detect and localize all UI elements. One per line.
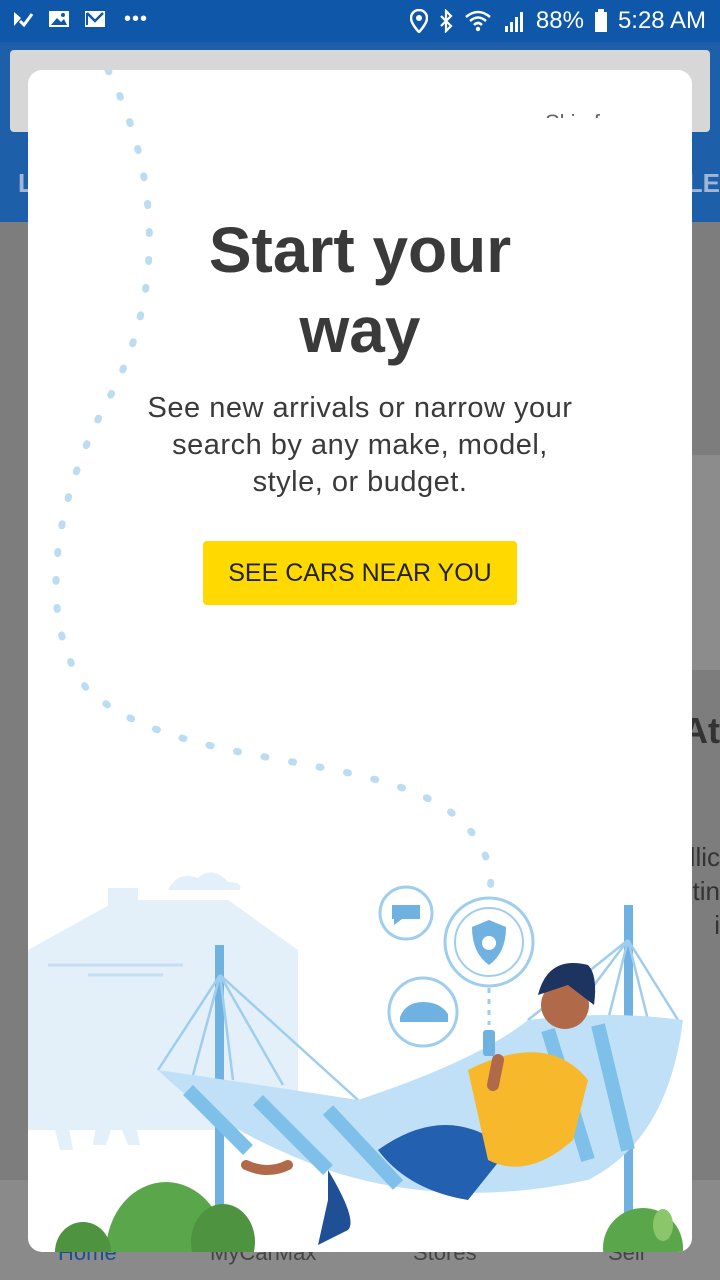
location-icon — [409, 9, 428, 33]
battery-percent: 88% — [535, 7, 584, 34]
battery-icon — [594, 9, 607, 32]
background-card — [690, 455, 720, 670]
modal-subtitle: See new arrivals or narrow your search b… — [147, 392, 573, 498]
check-icon — [14, 12, 34, 28]
more-notifications-icon: ••• — [124, 8, 149, 30]
see-cars-near-you-button[interactable]: SEE CARS NEAR YOU — [203, 541, 517, 605]
skip-button[interactable]: Skip for now — [545, 106, 666, 118]
modal-title-line: way — [299, 294, 421, 366]
bluetooth-icon — [440, 9, 453, 33]
status-bar: ••• 88% 5:28 AM — [0, 0, 720, 42]
modal-title-line: Start your — [208, 214, 512, 286]
wifi-icon — [465, 10, 491, 32]
modal-title: Start your way — [28, 210, 692, 370]
onboarding-modal: Skip for now Start your way See new arri… — [28, 70, 692, 1252]
mail-icon — [85, 11, 105, 27]
clock: 5:28 AM — [617, 7, 706, 34]
image-icon — [49, 11, 69, 27]
signal-icon — [504, 12, 523, 32]
